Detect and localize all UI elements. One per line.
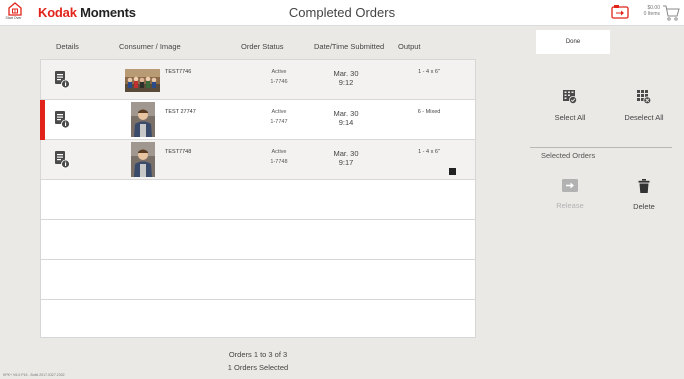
cart-items: 0 Items (643, 11, 660, 17)
column-header-consumer: Consumer / Image (119, 42, 181, 51)
table-row[interactable]: TEST7746 Active 1-7746 Mar. 30 9:12 1 - … (41, 60, 475, 100)
column-header-output: Output (398, 42, 421, 51)
camera-icon (611, 5, 629, 19)
order-thumbnail (131, 102, 155, 137)
submitted-datetime: Mar. 30 9:17 (323, 149, 369, 167)
submitted-date: Mar. 30 (333, 69, 359, 78)
consumer-name: TEST7748 (165, 149, 192, 155)
release-arrow-icon (562, 179, 578, 192)
delete-label: Delete (633, 202, 655, 211)
empty-row (41, 300, 475, 337)
version-text: KPK+ V6.0.P16 - Build 2017.0327.2302 (3, 373, 65, 377)
order-thumbnail (131, 142, 155, 177)
output-flag-icon (449, 168, 456, 175)
select-all-label: Select All (554, 113, 586, 122)
status-text: Active (271, 109, 287, 115)
order-id: 1-7748 (270, 159, 288, 165)
empty-row (41, 260, 475, 300)
panel-divider (530, 147, 672, 148)
grid-x-icon (637, 90, 651, 104)
calendar-check-icon (563, 90, 577, 104)
consumer-name: TEST 27747 (165, 109, 196, 115)
brand-logo: Kodak Moments (38, 5, 136, 20)
submitted-datetime: Mar. 30 9:12 (323, 69, 369, 87)
order-status: Active 1-7747 (259, 107, 299, 127)
column-header-datetime: Date/Time Submitted (314, 42, 385, 51)
status-text: Active (271, 149, 287, 155)
submitted-date: Mar. 30 (333, 149, 359, 158)
empty-row (41, 180, 475, 220)
document-info-icon[interactable] (54, 111, 70, 129)
selected-orders-heading: Selected Orders (541, 151, 596, 160)
status-text: Active (271, 69, 287, 75)
brand-kodak: Kodak (38, 5, 77, 20)
empty-row (41, 220, 475, 260)
order-output: 6 - Mixed (417, 109, 441, 115)
cart-button[interactable]: $0.00 0 Items (636, 3, 682, 23)
start-over-button[interactable]: Start Over (6, 2, 24, 24)
order-id: 1-7747 (270, 119, 288, 125)
submitted-time: 9:12 (338, 78, 354, 87)
deselect-all-label: Deselect All (624, 113, 664, 122)
submitted-time: 9:17 (338, 158, 354, 167)
column-header-details: Details (56, 42, 79, 51)
house-icon (8, 2, 22, 16)
cart-icon (663, 5, 680, 21)
submitted-date: Mar. 30 (333, 109, 359, 118)
brand-moments: Moments (80, 5, 136, 20)
orders-table: TEST7746 Active 1-7746 Mar. 30 9:12 1 - … (40, 59, 476, 338)
order-output: 1 - 4 x 6" (418, 69, 440, 75)
submitted-time: 9:14 (338, 118, 354, 127)
deselect-all-button[interactable]: Deselect All (618, 90, 670, 122)
done-button[interactable]: Done (536, 30, 610, 54)
order-thumbnail (125, 69, 160, 92)
release-button[interactable]: Release (546, 179, 594, 210)
table-row[interactable]: TEST 27747 Active 1-7747 Mar. 30 9:14 6 … (40, 100, 475, 140)
consumer-name: TEST7746 (165, 69, 192, 75)
document-info-icon[interactable] (54, 71, 70, 89)
camera-button[interactable] (611, 4, 629, 20)
document-info-icon[interactable] (54, 151, 70, 169)
table-row[interactable]: TEST7748 Active 1-7748 Mar. 30 9:17 1 - … (41, 140, 475, 180)
release-label: Release (556, 201, 584, 210)
order-status: Active 1-7748 (259, 147, 299, 167)
orders-range: Orders 1 to 3 of 3 (228, 350, 288, 359)
top-bar: Start Over Kodak Moments Completed Order… (0, 0, 684, 26)
order-output: 1 - 4 x 6" (418, 149, 440, 155)
order-id: 1-7746 (270, 79, 288, 85)
trash-icon (638, 179, 650, 193)
submitted-datetime: Mar. 30 9:14 (323, 109, 369, 127)
selected-count: 1 Orders Selected (227, 363, 289, 372)
start-over-label: Start Over (5, 16, 22, 20)
delete-button[interactable]: Delete (622, 179, 666, 211)
column-header-status: Order Status (241, 42, 284, 51)
select-all-button[interactable]: Select All (546, 90, 594, 122)
order-status: Active 1-7746 (259, 67, 299, 87)
